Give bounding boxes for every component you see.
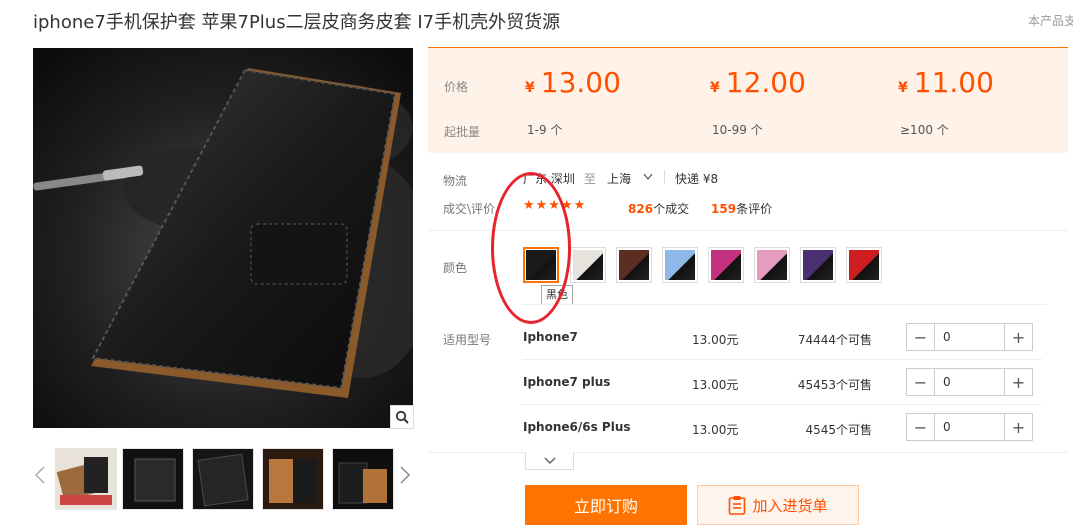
model-name: Iphone7 plus [523, 375, 611, 389]
decrement-button[interactable]: − [907, 414, 935, 440]
express-fee: 快递 ¥8 [675, 172, 719, 186]
row-divider [522, 359, 1042, 360]
thumbnail-image [56, 449, 116, 509]
color-label: 颜色 [443, 261, 468, 275]
color-swatch-rose[interactable] [708, 247, 744, 283]
moq-tier-3: ≥100 个 [900, 123, 949, 137]
currency-symbol: ¥ [525, 80, 535, 96]
swatch-image [711, 250, 741, 280]
swatch-image [849, 250, 879, 280]
price-panel: 价格 起批量 ¥ 13.00 ¥ 12.00 ¥ 11.00 1-9 个 10-… [428, 47, 1068, 153]
price-label: 价格 [444, 80, 469, 94]
quantity-input[interactable] [935, 324, 1004, 350]
moq-tier-1: 1-9 个 [527, 123, 563, 137]
deal-review-label: 成交\评价 [443, 202, 496, 216]
color-tooltip: 黑色 [541, 285, 573, 305]
add-to-cart-label: 加入进货单 [752, 496, 828, 515]
price-value: 13.00 [540, 66, 621, 99]
thumbs-next-button[interactable] [398, 460, 412, 490]
section-divider [428, 230, 1068, 231]
order-now-button[interactable]: 立即订购 [525, 485, 687, 525]
chevron-right-icon [400, 466, 410, 484]
thumbnail-image [193, 449, 253, 509]
swatch-image [665, 250, 695, 280]
moq-tier-2: 10-99 个 [712, 123, 763, 137]
rating-stars: ★★★★★ [523, 198, 587, 213]
decrement-button[interactable]: − [907, 369, 935, 395]
zoom-button[interactable] [390, 405, 414, 429]
row-divider [522, 404, 1042, 405]
expand-more-button[interactable] [525, 452, 574, 470]
section-divider [428, 452, 1068, 453]
model-stock: 45453个可售 [797, 378, 872, 392]
price-tier-3: ¥ 11.00 [898, 66, 994, 99]
product-main-image[interactable] [33, 48, 413, 428]
color-swatch-white[interactable] [570, 247, 606, 283]
price-tier-1: ¥ 13.00 [525, 66, 621, 99]
color-swatch-pink[interactable] [754, 247, 790, 283]
moq-label: 起批量 [444, 125, 481, 139]
quantity-stepper: − + [906, 413, 1033, 441]
color-swatch-red[interactable] [846, 247, 882, 283]
thumbnail-1[interactable] [55, 448, 117, 510]
thumbnail-4[interactable] [262, 448, 324, 510]
color-swatch-brown[interactable] [616, 247, 652, 283]
deals-suffix: 个成交 [653, 202, 690, 216]
model-stock: 4545个可售 [805, 423, 872, 437]
swatch-image [803, 250, 833, 280]
thumbnail-3[interactable] [192, 448, 254, 510]
chevron-down-icon [543, 456, 556, 464]
model-label: 适用型号 [443, 333, 492, 347]
phone-wallet-case-image [33, 48, 413, 428]
quantity-stepper: − + [906, 323, 1033, 351]
thumbnail-5[interactable] [332, 448, 394, 510]
side-note: 本产品支 [1028, 14, 1073, 28]
quantity-input[interactable] [935, 414, 1004, 440]
ship-destination[interactable]: 上海 [607, 170, 631, 187]
model-stock: 74444个可售 [797, 333, 872, 347]
model-name: Iphone7 [523, 330, 578, 344]
section-divider [522, 304, 1047, 305]
thumbnail-image [123, 449, 183, 509]
swatch-image [757, 250, 787, 280]
currency-symbol: ¥ [710, 80, 720, 96]
ship-origin[interactable]: 广东 深圳 [523, 170, 575, 187]
price-value: 11.00 [913, 66, 994, 99]
chevron-left-icon [35, 466, 45, 484]
increment-button[interactable]: + [1004, 369, 1032, 395]
thumbnail-image [263, 449, 323, 509]
model-name: Iphone6/6s Plus [523, 420, 631, 434]
increment-button[interactable]: + [1004, 414, 1032, 440]
decrement-button[interactable]: − [907, 324, 935, 350]
swatch-image [526, 250, 556, 280]
magnifier-icon [395, 410, 409, 424]
reviews-suffix: 条评价 [736, 202, 773, 216]
quantity-input[interactable] [935, 369, 1004, 395]
reviews-count[interactable]: 159条评价 [711, 200, 772, 217]
increment-button[interactable]: + [1004, 324, 1032, 350]
ship-to-word: 至 [584, 172, 597, 186]
swatch-image [619, 250, 649, 280]
chevron-down-icon[interactable] [643, 173, 653, 181]
thumbnail-2[interactable] [122, 448, 184, 510]
reviews-number: 159 [711, 202, 737, 216]
deals-count[interactable]: 826个成交 [628, 200, 689, 217]
product-title: iphone7手机保护套 苹果7Plus二层皮商务皮套 I7手机壳外贸货源 [33, 12, 561, 33]
color-swatch-purple[interactable] [800, 247, 836, 283]
divider [664, 170, 665, 184]
deals-number: 826 [628, 202, 654, 216]
add-to-cart-button[interactable]: 加入进货单 [697, 485, 859, 525]
swatch-image [573, 250, 603, 280]
thumbnail-image [333, 449, 393, 509]
color-swatch-light-blue[interactable] [662, 247, 698, 283]
color-swatch-black[interactable] [523, 247, 559, 283]
logistics-label: 物流 [443, 174, 468, 188]
thumbs-prev-button[interactable] [33, 460, 47, 490]
currency-symbol: ¥ [898, 80, 908, 96]
price-value: 12.00 [725, 66, 806, 99]
clipboard-icon [729, 496, 746, 515]
price-tier-2: ¥ 12.00 [710, 66, 806, 99]
quantity-stepper: − + [906, 368, 1033, 396]
